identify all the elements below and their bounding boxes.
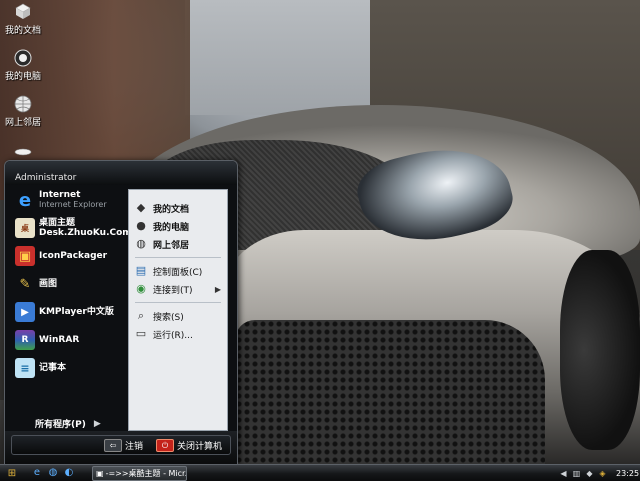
quicklaunch-browser-icon[interactable]: ◍ (46, 466, 60, 480)
control-panel-icon: ▤ (135, 264, 147, 277)
tray-volume-icon[interactable]: ◆ (584, 469, 595, 478)
tray-arrow-icon[interactable]: ◀ (558, 469, 569, 478)
user-name: Administrator (15, 173, 77, 183)
my-documents-icon: ◆ (136, 201, 146, 214)
paint-icon: ✎ (19, 276, 31, 292)
tray-security-icon[interactable]: ◈ (597, 469, 608, 478)
pinned-item-winrar[interactable]: R WinRAR (9, 330, 127, 350)
search-icon: ⌕ (137, 309, 145, 322)
system-tray: ◀ ▥ ◆ ◈ 23:25 (558, 465, 640, 481)
kmplayer-icon: ▶ (15, 302, 35, 322)
notepad-icon: ≡ (15, 358, 35, 378)
shutdown-button[interactable]: ⏻ 关闭计算机 (156, 439, 222, 452)
network-places-icon (13, 94, 33, 114)
places-item-connect-to[interactable]: ◉ 连接到(T) ▶ (129, 280, 227, 298)
desktop-theme-icon: 桌 (15, 218, 35, 238)
places-item-my-computer[interactable]: ● 我的电脑 (129, 217, 227, 235)
quicklaunch-explorer-icon[interactable]: ◐ (62, 466, 76, 480)
places-item-my-documents[interactable]: ◆ 我的文档 (129, 199, 227, 217)
pinned-programs-list: e Internet Internet Explorer 桌 桌面主题 Desk… (9, 187, 132, 427)
places-item-run[interactable]: ▭ 运行(R)... (129, 325, 227, 343)
run-icon: ▭ (135, 327, 147, 340)
taskbar-clock[interactable]: 23:25 (616, 469, 639, 478)
connect-to-icon: ◉ (136, 282, 146, 295)
wallpaper-sky (185, 0, 375, 115)
winrar-icon: R (15, 330, 35, 350)
desktop-icon-my-computer[interactable]: 我的电脑 (0, 48, 46, 82)
chevron-right-icon: ▶ (214, 284, 221, 294)
taskbar-window-button[interactable]: ▣ -=>>桌酷主题 - Micr... (92, 466, 187, 481)
pinned-item-kmplayer[interactable]: ▶ KMPlayer中文版 (9, 302, 127, 322)
desktop-icon-network-places[interactable]: 网上邻居 (0, 94, 46, 128)
all-programs-button[interactable]: 所有程序(P) ▶ (35, 417, 101, 431)
logoff-button[interactable]: ⇦ 注销 (104, 439, 143, 452)
arrow-right-icon: ▶ (93, 418, 101, 429)
wallpaper-wheel (560, 250, 640, 450)
start-button[interactable]: ⊞ (2, 466, 22, 480)
pinned-item-desktop-theme[interactable]: 桌 桌面主题 Desk.ZhuoKu.Com (9, 218, 132, 238)
places-separator (135, 302, 221, 303)
taskbar: ⊞ e ◍ ◐ ▣ -=>>桌酷主题 - Micr... ◀ ▥ ◆ ◈ 23:… (0, 464, 640, 481)
network-places-icon: ◍ (136, 237, 146, 250)
desktop-icon-my-documents[interactable]: 我的文档 (0, 2, 46, 36)
quicklaunch-ie-icon[interactable]: e (30, 466, 44, 480)
footer-bar: ⇦ 注销 ⏻ 关闭计算机 (11, 435, 231, 455)
my-computer-icon (13, 48, 33, 68)
internet-explorer-icon: e (18, 189, 32, 211)
window-icon: ▣ (96, 469, 104, 478)
places-panel: ◆ 我的文档 ● 我的电脑 ◍ 网上邻居 ▤ 控制面板(C) ◉ 连接到(T) … (128, 189, 228, 431)
my-documents-icon (13, 2, 33, 22)
places-item-search[interactable]: ⌕ 搜索(S) (129, 307, 227, 325)
tray-network-icon[interactable]: ▥ (571, 469, 582, 478)
pinned-item-paint[interactable]: ✎ 画图 (9, 274, 127, 294)
power-icon: ⏻ (156, 439, 174, 452)
my-computer-icon: ● (136, 219, 146, 232)
logoff-icon: ⇦ (104, 439, 122, 452)
places-separator (135, 257, 221, 258)
windows-logo-icon: ⊞ (7, 467, 17, 479)
start-menu-header: Administrator (5, 161, 237, 185)
places-item-network-places[interactable]: ◍ 网上邻居 (129, 235, 227, 253)
iconpackager-icon: ▣ (15, 246, 35, 266)
start-menu-footer: ⇦ 注销 ⏻ 关闭计算机 (5, 431, 237, 465)
wallpaper-car-grille (235, 320, 545, 464)
places-item-control-panel[interactable]: ▤ 控制面板(C) (129, 262, 227, 280)
pinned-item-iconpackager[interactable]: ▣ IconPackager (9, 246, 127, 266)
pinned-item-notepad[interactable]: ≡ 记事本 (9, 358, 127, 378)
start-menu: Administrator e Internet Internet Explor… (4, 160, 238, 465)
pinned-item-internet[interactable]: e Internet Internet Explorer (9, 189, 127, 211)
